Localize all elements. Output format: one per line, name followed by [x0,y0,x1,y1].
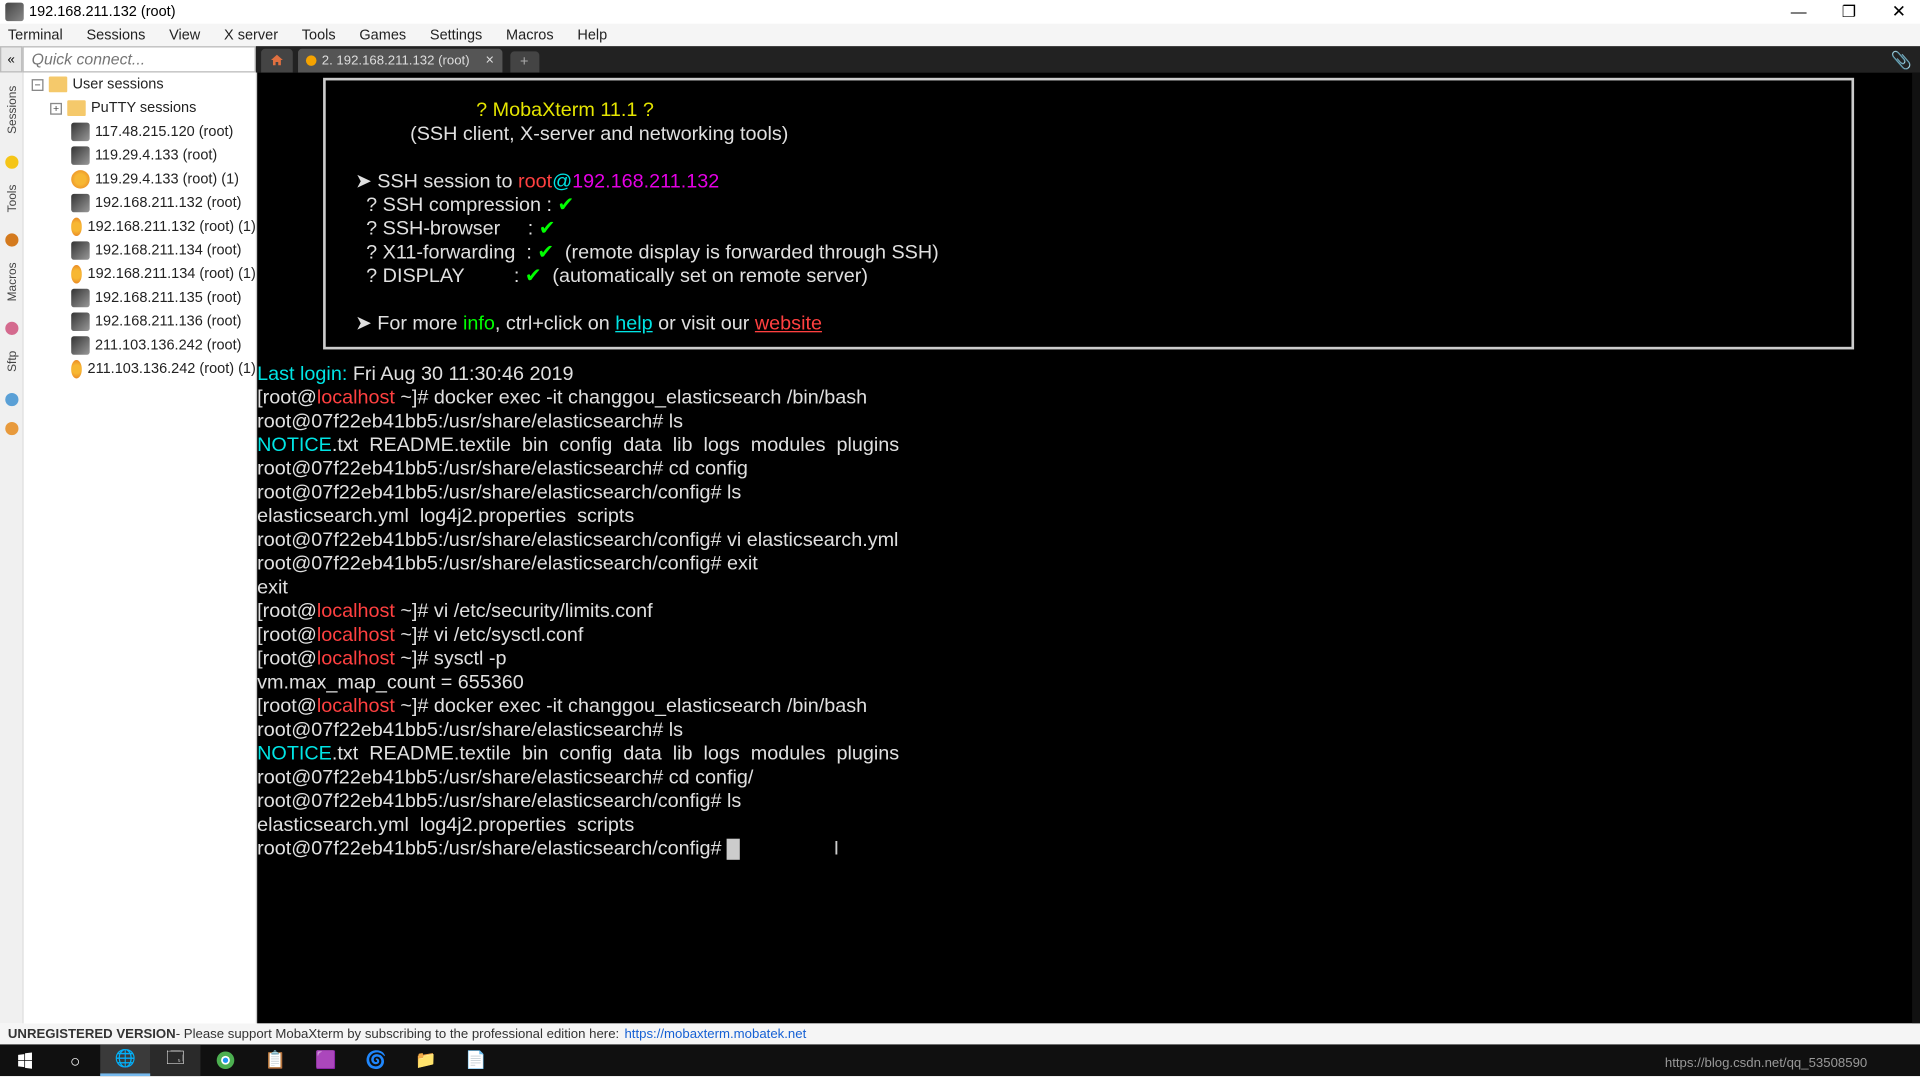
close-button[interactable]: ✕ [1883,1,1915,22]
tree-session[interactable]: 192.168.211.132 (root) (1) [24,215,256,239]
session-icon [71,123,89,141]
session-icon [71,194,89,212]
tree-session[interactable]: 192.168.211.134 (root) (1) [24,262,256,286]
terminal-output: Last login: Fri Aug 30 11:30:46 2019 [ro… [257,355,1920,861]
statusbar: UNREGISTERED VERSION - Please support Mo… [0,1023,1920,1044]
window-title: 192.168.211.132 (root) [29,4,176,20]
menu-games[interactable]: Games [359,27,406,43]
menu-tools[interactable]: Tools [302,27,336,43]
tree-session[interactable]: 192.168.211.135 (root) [24,286,256,310]
session-icon [71,170,89,188]
app-icon [5,3,23,21]
tree-session[interactable]: 192.168.211.134 (root) [24,239,256,263]
quick-connect-box[interactable] [22,46,255,72]
paperclip-icon[interactable]: 📎 [1888,49,1914,73]
minimize-button[interactable]: — [1783,1,1815,22]
menu-macros[interactable]: Macros [506,27,554,43]
star-icon[interactable] [5,155,18,168]
folder-icon [49,76,67,92]
terminal-banner: ? MobaXterm 11.1 ? (SSH client, X-server… [323,78,1854,350]
status-version: UNREGISTERED VERSION [8,1027,176,1042]
tree-session[interactable]: 211.103.136.242 (root) (1) [24,357,256,381]
taskbar-app[interactable]: 🌀 [351,1044,401,1076]
taskbar-app[interactable]: 📄 [451,1044,501,1076]
status-text: - Please support MobaXterm by subscribin… [176,1027,619,1042]
session-icon [71,265,82,283]
maximize-button[interactable]: ❐ [1833,1,1865,22]
expander-icon[interactable]: + [50,102,62,114]
taskbar-app[interactable]: 🌐 [100,1044,150,1076]
taskbar-explorer[interactable]: 📁 [401,1044,451,1076]
extra-icon[interactable] [5,422,18,435]
expander-icon[interactable]: − [32,78,44,90]
tree-session[interactable]: 119.29.4.133 (root) [24,144,256,168]
cortana-button[interactable]: ○ [50,1044,100,1076]
toolbar-row: « 2. 192.168.211.132 (root) × + 📎 [0,46,1920,72]
vtab-sessions[interactable]: Sessions [5,80,18,139]
tree-root[interactable]: − User sessions [24,73,256,97]
vtab-sftp[interactable]: Sftp [5,346,18,378]
terminal-cursor [727,839,740,860]
quick-connect-input[interactable] [24,50,255,68]
tree-session[interactable]: 211.103.136.242 (root) [24,334,256,358]
chrome-icon [215,1050,236,1071]
session-icon [71,336,89,354]
session-icon [71,241,89,259]
vtab-macros[interactable]: Macros [5,257,18,306]
terminal[interactable]: ? MobaXterm 11.1 ? (SSH client, X-server… [257,73,1920,1024]
session-icon [71,218,82,236]
menubar: Terminal Sessions View X server Tools Ga… [0,24,1920,46]
menu-xserver[interactable]: X server [224,27,278,43]
banner-content: ? MobaXterm 11.1 ? (SSH client, X-server… [344,91,1833,336]
sftp-icon[interactable] [5,393,18,406]
tree-session[interactable]: 117.48.215.120 (root) [24,120,256,144]
status-link[interactable]: https://mobaxterm.mobatek.net [624,1027,806,1042]
tree-session[interactable]: 119.29.4.133 (root) (1) [24,167,256,191]
taskbar-app[interactable]: 🗔 [150,1044,200,1076]
new-tab-button[interactable]: + [510,51,539,72]
home-tab[interactable] [261,49,293,73]
session-icon [71,313,89,331]
start-button[interactable] [0,1044,50,1076]
left-vertical-toolbar: Sessions Tools Macros Sftp [0,73,24,1024]
watermark-text: https://blog.csdn.net/qq_53508590 [1665,1056,1867,1071]
session-tree[interactable]: − User sessions + PuTTY sessions 117.48.… [24,73,257,1024]
menu-sessions[interactable]: Sessions [86,27,145,43]
tree-session[interactable]: 192.168.211.132 (root) [24,191,256,215]
session-tab-label: 2. 192.168.211.132 (root) [322,53,470,68]
taskbar-chrome[interactable] [200,1044,250,1076]
tree-session[interactable]: 192.168.211.136 (root) [24,310,256,334]
vtab-tools[interactable]: Tools [5,179,18,217]
wrench-icon[interactable] [5,233,18,246]
menu-settings[interactable]: Settings [430,27,482,43]
windows-icon [16,1051,34,1069]
session-icon [71,146,89,164]
taskbar-app[interactable]: 🟪 [301,1044,351,1076]
terminal-scrollbar[interactable] [1912,73,1920,1024]
session-icon [71,360,82,378]
macros-icon[interactable] [5,322,18,335]
home-icon [269,53,285,69]
folder-icon [67,100,85,116]
close-tab-icon[interactable]: × [485,53,493,69]
session-tab-active[interactable]: 2. 192.168.211.132 (root) × [298,49,502,73]
tree-putty[interactable]: + PuTTY sessions [24,96,256,120]
menu-help[interactable]: Help [577,27,607,43]
menu-terminal[interactable]: Terminal [8,27,63,43]
windows-taskbar[interactable]: ○ 🌐 🗔 📋 🟪 🌀 📁 📄 https://blog.csdn.net/qq… [0,1044,1920,1076]
window-titlebar: 192.168.211.132 (root) — ❐ ✕ [0,0,1920,24]
session-status-icon [306,55,317,66]
menu-view[interactable]: View [169,27,200,43]
collapse-sidebar-button[interactable]: « [0,46,22,72]
taskbar-app[interactable]: 📋 [251,1044,301,1076]
session-icon [71,289,89,307]
